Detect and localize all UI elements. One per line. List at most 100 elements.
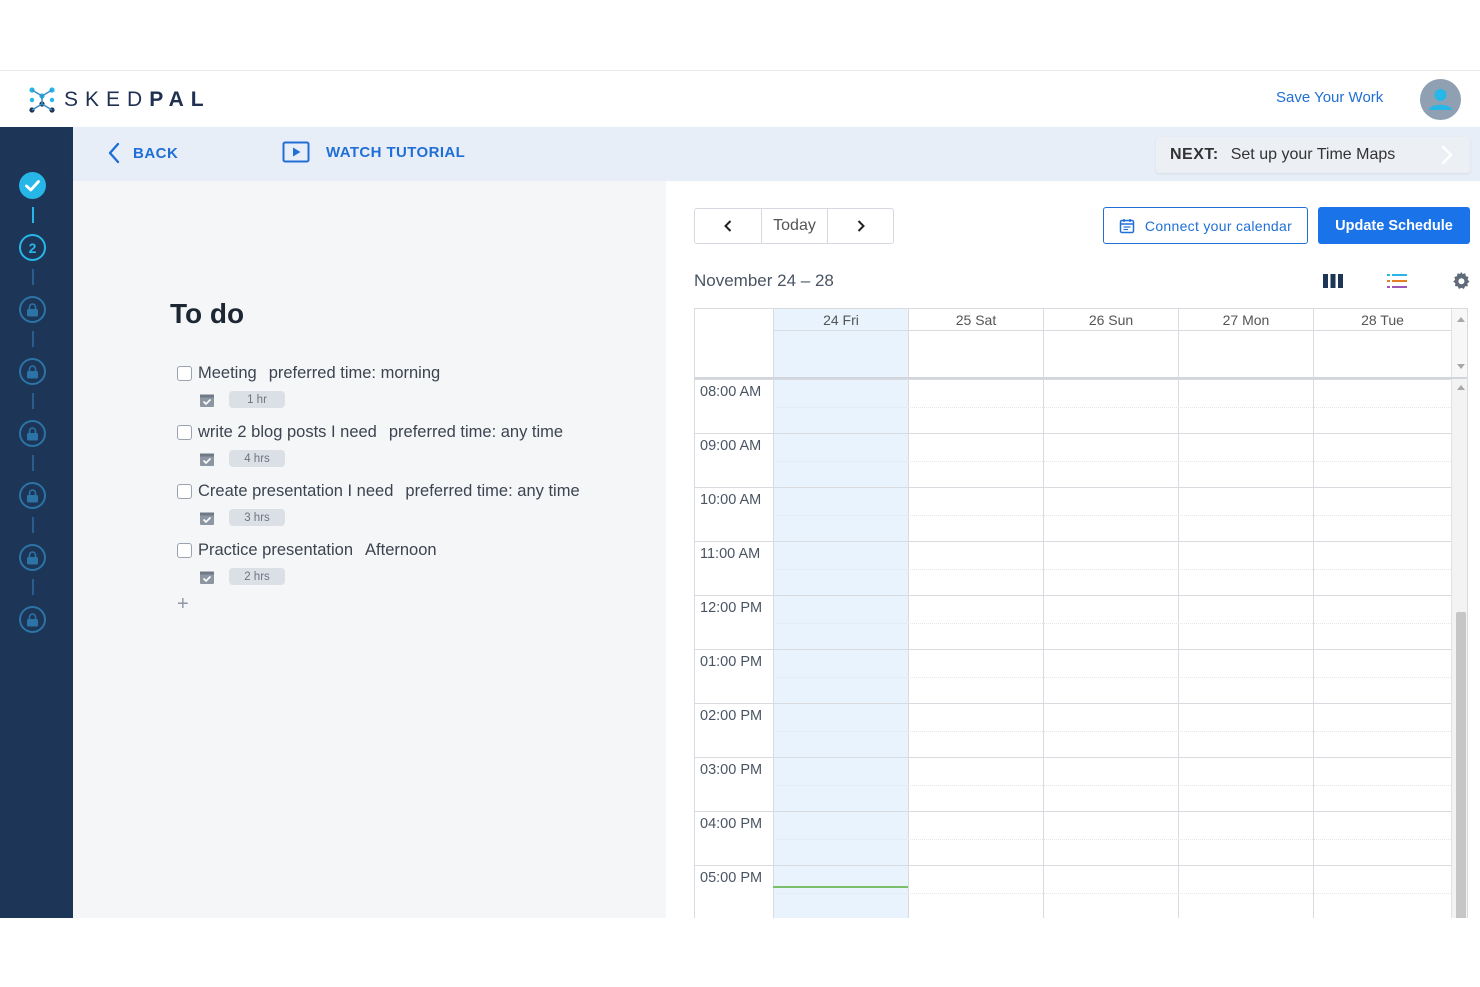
step-connector [32,579,34,595]
time-label: 04:00 PM [700,816,763,832]
step-1-complete[interactable] [19,172,46,199]
next-week-button[interactable] [827,209,893,243]
lock-icon [27,426,38,440]
duration-badge[interactable]: 1 hr [229,391,285,408]
save-your-work-link[interactable]: Save Your Work [1276,89,1383,106]
task-name[interactable]: Practice presentation [198,541,353,560]
back-button[interactable]: BACK [107,142,178,164]
step-5-locked[interactable] [19,420,46,447]
setup-steps-sidebar: 2 [0,127,73,918]
task-preference: Afternoon [365,541,437,559]
week-view-icon[interactable] [1322,270,1344,292]
duration-badge[interactable]: 4 hrs [229,450,285,467]
task-item: Practice presentation Afternoon 2 hrs [177,541,437,585]
time-slot-row: 01:00 PM [695,649,1451,703]
prev-week-button[interactable] [695,209,761,243]
lock-icon [27,488,38,502]
task-preference: preferred time: any time [405,482,580,500]
todo-title: To do [170,298,245,329]
header-scrollbar[interactable] [1451,309,1467,377]
scrollbar-thumb[interactable] [1456,612,1466,918]
today-button[interactable]: Today [761,209,827,243]
task-name[interactable]: Create presentation I need [198,482,393,501]
step-3-locked[interactable] [19,296,46,323]
day-header[interactable]: 27 Mon [1178,309,1313,377]
task-checkbox[interactable] [177,543,192,558]
time-label: 10:00 AM [700,492,762,508]
chevron-left-icon [724,220,732,232]
day-header[interactable]: 25 Sat [908,309,1043,377]
day-header[interactable]: 26 Sun [1043,309,1178,377]
time-slot-row: 11:00 AM [695,541,1451,595]
time-slot-row: 12:00 PM [695,595,1451,649]
check-icon [25,180,40,192]
calendar-check-icon[interactable] [199,569,215,585]
app-window: SKEDPAL Save Your Work 2 BACK WATCH TUTO… [0,70,1480,918]
week-calendar-grid: 24 Fri 25 Sat 26 Sun 27 Mon 28 Tue 08:00… [694,308,1468,918]
list-view-icon[interactable] [1386,270,1408,292]
step-connector [32,517,34,533]
time-slot-row: 09:00 AM [695,433,1451,487]
step-2-current[interactable]: 2 [19,234,46,261]
time-label: 09:00 AM [700,438,762,454]
time-label: 02:00 PM [700,708,763,724]
day-header-today[interactable]: 24 Fri [773,309,908,377]
time-label: 01:00 PM [700,654,763,670]
wizard-navbar: BACK WATCH TUTORIAL NEXT: Set up your Ti… [73,127,1480,181]
task-name[interactable]: write 2 blog posts I need [198,423,377,442]
time-label: 08:00 AM [700,384,762,400]
step-connector [32,269,34,285]
watch-tutorial-button[interactable]: WATCH TUTORIAL [282,141,465,163]
step-connector [32,393,34,409]
calendar-check-icon[interactable] [199,510,215,526]
top-header: SKEDPAL Save Your Work [0,71,1480,127]
chevron-right-icon [1441,145,1453,165]
task-preference: preferred time: any time [388,423,564,441]
calendar-scrollbar[interactable] [1451,379,1467,918]
skedpal-logo[interactable]: SKEDPAL [28,86,211,114]
calendar-body: 08:00 AM 09:00 AM 10:00 AM 11:00 AM 12:0… [695,379,1467,918]
duration-badge[interactable]: 3 hrs [229,509,285,526]
calendar-header-row: 24 Fri 25 Sat 26 Sun 27 Mon 28 Tue [695,309,1467,379]
task-checkbox[interactable] [177,366,192,381]
date-range-label: November 24 – 28 [694,271,834,290]
back-label: BACK [133,144,179,162]
calendar-check-icon[interactable] [199,451,215,467]
logo-text: SKEDPAL [64,88,211,111]
step-8-locked[interactable] [19,606,46,633]
time-label: 05:00 PM [700,870,763,886]
lock-icon [27,364,38,378]
todo-panel: To do Meeting preferred time: morning 1 … [73,181,666,918]
step-6-locked[interactable] [19,482,46,509]
duration-badge[interactable]: 2 hrs [229,568,285,585]
next-prefix: NEXT: [1170,146,1219,163]
time-slot-row: 03:00 PM [695,757,1451,811]
time-label: 11:00 AM [700,546,761,562]
task-checkbox[interactable] [177,425,192,440]
calendar-icon [1119,218,1135,233]
connect-calendar-button[interactable]: Connect your calendar [1103,207,1308,244]
task-name[interactable]: Meeting [198,364,257,383]
next-step-label: Set up your Time Maps [1230,146,1396,163]
calendar-check-icon[interactable] [199,392,215,408]
day-header[interactable]: 28 Tue [1313,309,1451,377]
task-item: Create presentation I need preferred tim… [177,482,580,526]
task-item: Meeting preferred time: morning 1 hr [177,364,440,408]
task-item: write 2 blog posts I need preferred time… [177,423,563,467]
task-checkbox[interactable] [177,484,192,499]
task-preference: preferred time: morning [268,364,441,382]
settings-gear-icon[interactable] [1450,270,1472,292]
time-label: 12:00 PM [700,600,763,616]
add-task-button[interactable]: + [177,593,189,616]
step-connector [32,455,34,471]
view-controls [1322,270,1480,292]
step-connector [32,331,34,347]
next-step-button[interactable]: NEXT: Set up your Time Maps [1156,137,1470,173]
time-slot-row: 08:00 AM [695,379,1451,433]
step-7-locked[interactable] [19,544,46,571]
step-4-locked[interactable] [19,358,46,385]
lock-icon [27,550,38,564]
update-schedule-button[interactable]: Update Schedule [1318,207,1470,244]
user-avatar[interactable] [1420,79,1461,120]
time-slot-row: 05:00 PM [695,865,1451,918]
